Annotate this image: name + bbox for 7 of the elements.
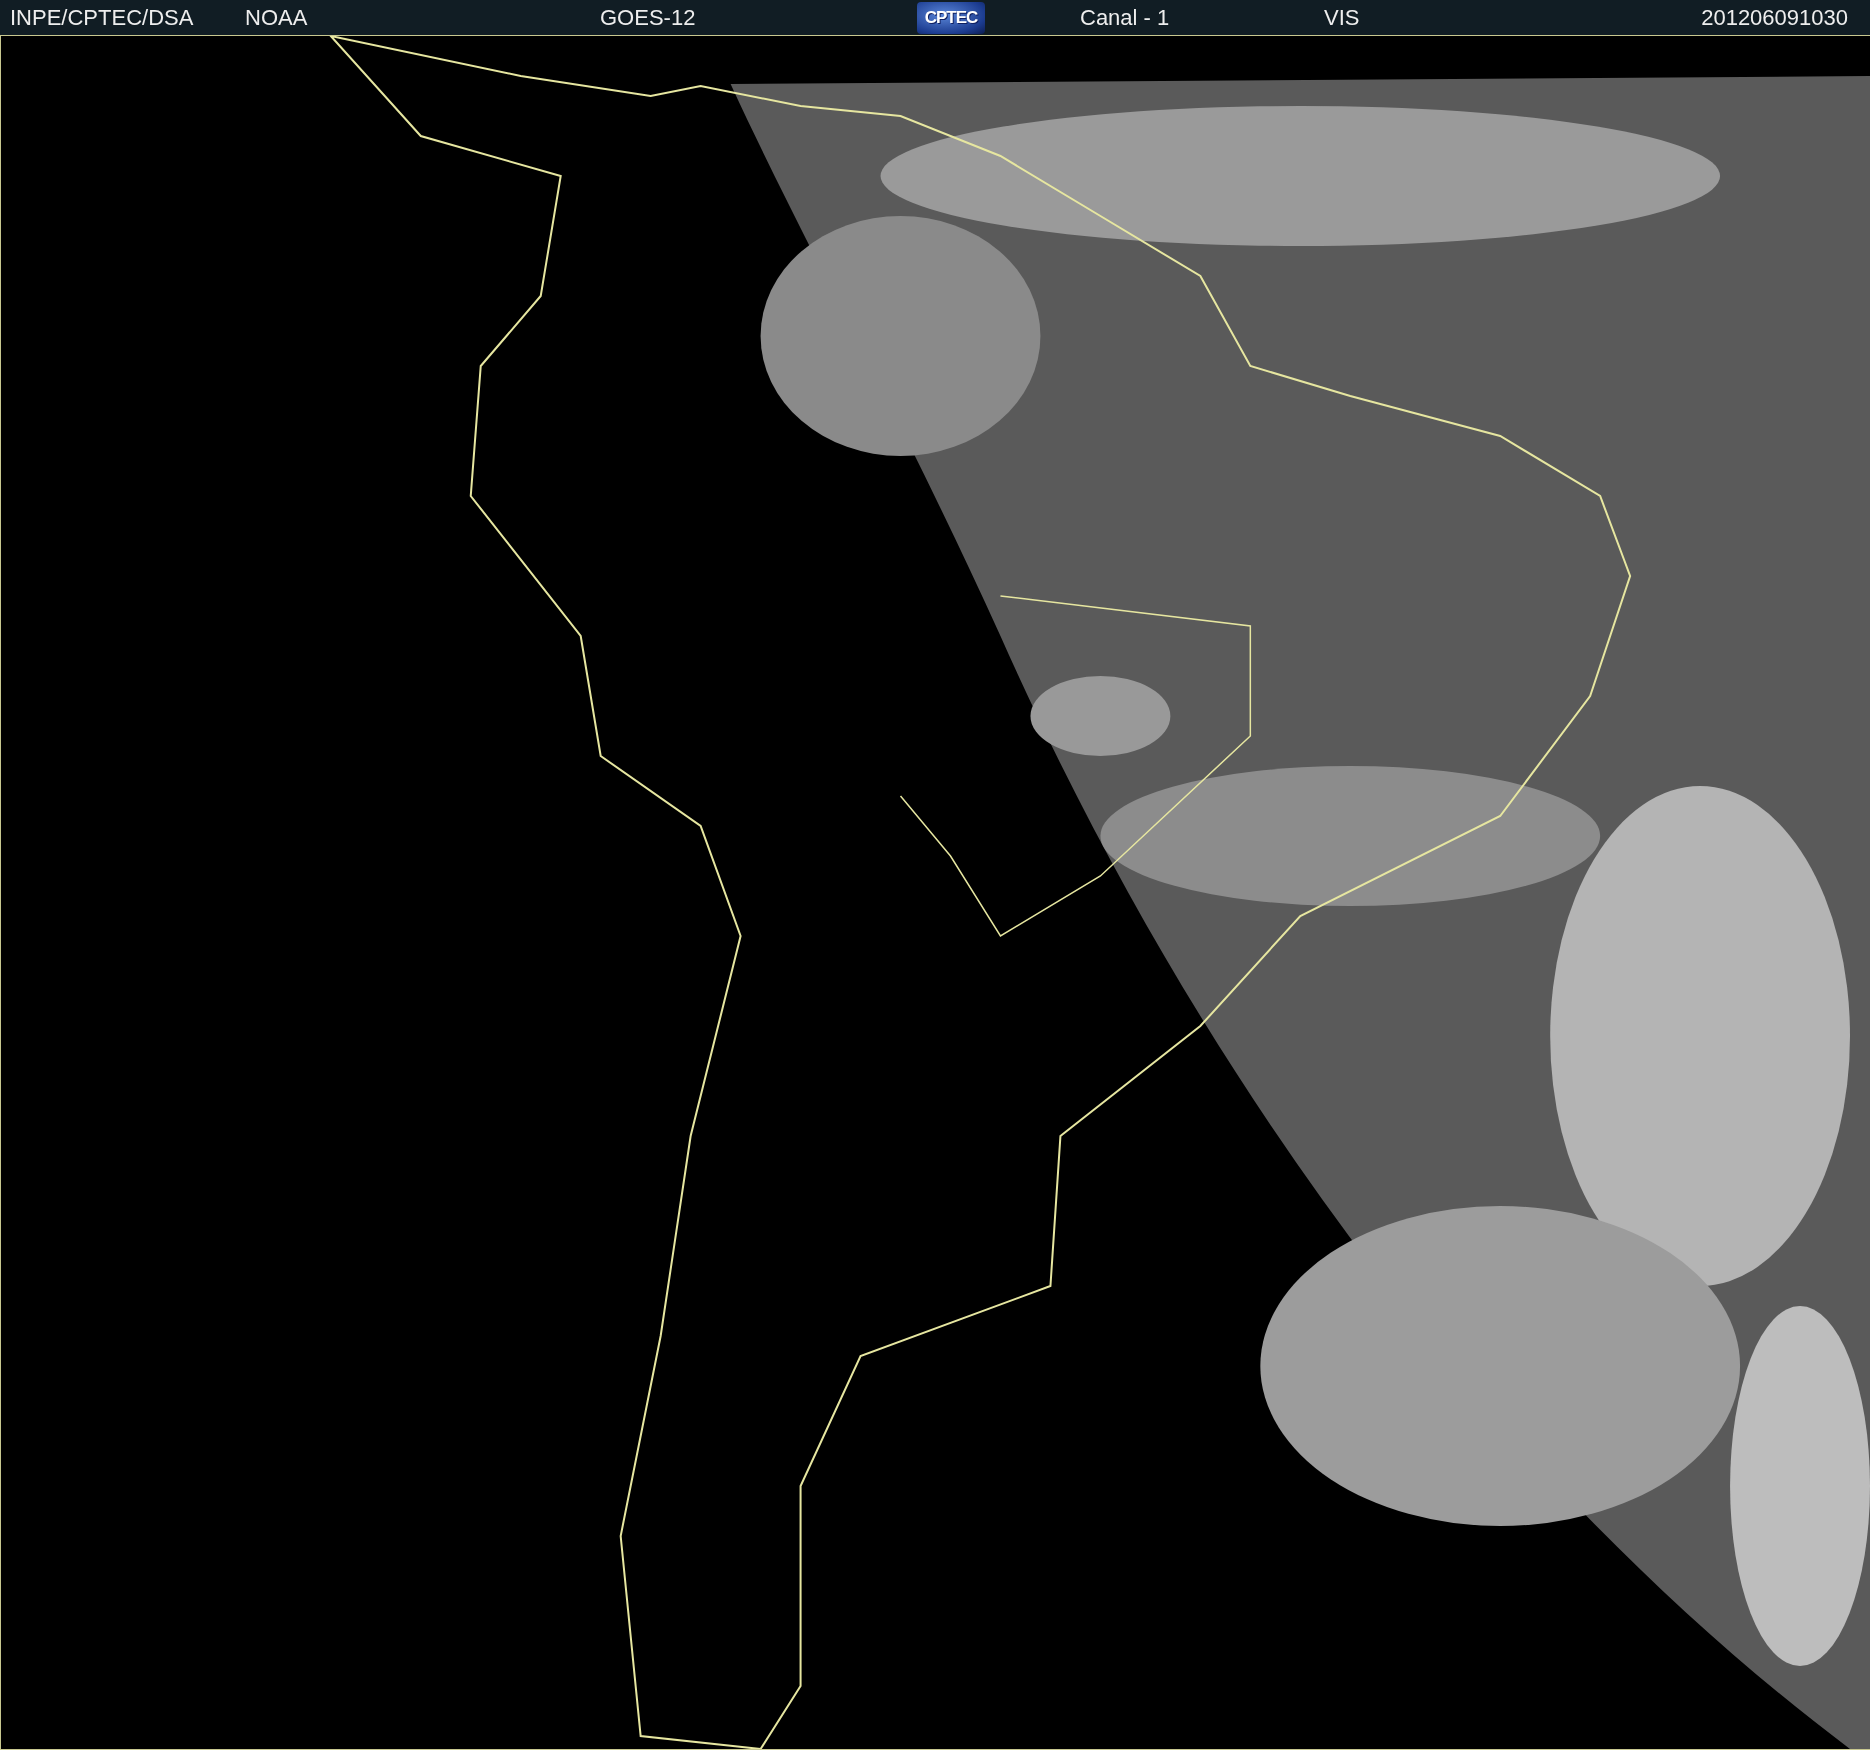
header-label: NOAA	[245, 4, 308, 31]
header-label: GOES-12	[600, 4, 696, 31]
timestamp: 201206091030	[1701, 4, 1849, 31]
logo: CPTEC	[917, 1, 985, 34]
header-label: INPE/CPTEC/DSA	[10, 4, 194, 31]
band-label: VIS	[1324, 4, 1360, 31]
channel-label: Canal - 1	[1080, 4, 1170, 31]
